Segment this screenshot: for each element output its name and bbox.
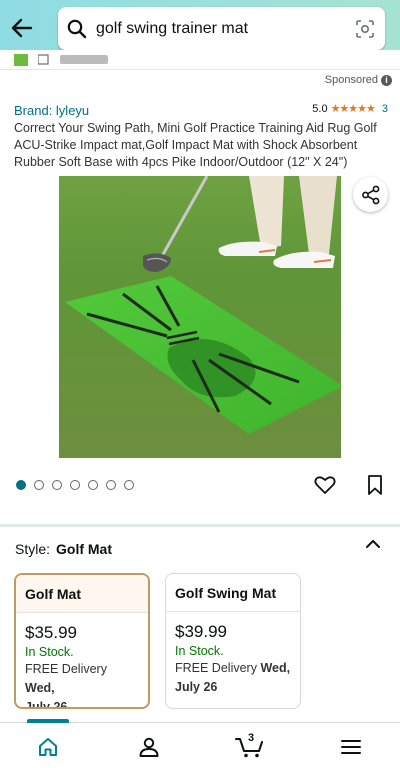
carousel-dot[interactable] (16, 480, 26, 490)
heart-icon[interactable] (314, 475, 336, 495)
style-selected-value: Golf Mat (56, 541, 113, 557)
carousel-dot[interactable] (34, 480, 44, 490)
carousel-dot[interactable] (124, 480, 134, 490)
section-divider (0, 524, 400, 527)
style-option-name: Golf Mat (16, 575, 148, 613)
nav-menu[interactable] (336, 733, 366, 761)
nav-account[interactable] (134, 733, 164, 761)
previous-result-peek (0, 50, 400, 70)
bottom-navigation (0, 719, 400, 768)
nav-home[interactable] (33, 733, 63, 761)
style-option-price: $39.99 (175, 622, 227, 641)
stock-status: In Stock. (175, 644, 224, 658)
image-carousel-dots[interactable] (16, 480, 134, 490)
chevron-up-icon[interactable] (364, 537, 382, 551)
badge-icon (14, 54, 28, 66)
stock-status: In Stock. (25, 645, 74, 659)
style-option-golf-mat[interactable]: Golf Mat $35.99 In Stock. FREE Delivery … (14, 573, 150, 709)
rating-summary[interactable]: 5.0 ★★★★★ 3 (312, 102, 388, 116)
arrow-left-icon (11, 18, 33, 38)
back-button[interactable] (8, 14, 36, 42)
camera-scan-icon (356, 19, 374, 38)
share-button[interactable] (353, 177, 388, 212)
delivery-info: FREE Delivery Wed, July 26 (25, 662, 107, 709)
style-selector-header[interactable]: Style: Golf Mat (15, 541, 385, 557)
divider (0, 69, 400, 70)
style-option-name: Golf Swing Mat (166, 574, 300, 612)
brand-rating-row: Brand: lyleyu 5.0 ★★★★★ 3 (14, 102, 388, 119)
review-count[interactable]: 3 (382, 103, 388, 115)
carousel-dot[interactable] (70, 480, 80, 490)
carousel-dot[interactable] (106, 480, 116, 490)
share-icon (361, 185, 379, 204)
cart-count-badge: 3 (248, 732, 255, 744)
bookmark-icon[interactable] (366, 474, 384, 496)
carousel-dot[interactable] (88, 480, 98, 490)
brand-link[interactable]: Brand: lyleyu (14, 103, 89, 118)
product-title: Correct Your Swing Path, Mini Golf Pract… (14, 121, 377, 169)
search-input[interactable]: golf swing trainer mat (96, 20, 345, 38)
delivery-info: FREE Delivery Wed, July 26 (175, 661, 291, 694)
hamburger-menu-icon (341, 740, 361, 754)
style-label: Style: (15, 541, 51, 557)
carousel-dot[interactable] (52, 480, 62, 490)
search-icon (58, 7, 96, 50)
product-image[interactable] (59, 176, 341, 458)
active-tab-indicator (27, 719, 69, 723)
star-rating-icon: ★★★★★ (330, 103, 376, 115)
style-option-price: $35.99 (25, 623, 77, 642)
style-option-golf-swing-mat[interactable]: Golf Swing Mat $39.99 In Stock. FREE Del… (165, 573, 301, 709)
cart-icon (38, 54, 108, 65)
home-icon (39, 738, 57, 756)
sponsored-label[interactable]: Sponsored i (325, 74, 392, 86)
camera-search-button[interactable] (345, 7, 385, 50)
info-icon[interactable]: i (381, 74, 392, 86)
rating-value: 5.0 (312, 102, 328, 115)
person-icon (139, 737, 159, 757)
search-bar[interactable]: golf swing trainer mat (58, 7, 385, 50)
product-page: golf swing trainer mat Sponsored i Brand… (0, 0, 400, 768)
